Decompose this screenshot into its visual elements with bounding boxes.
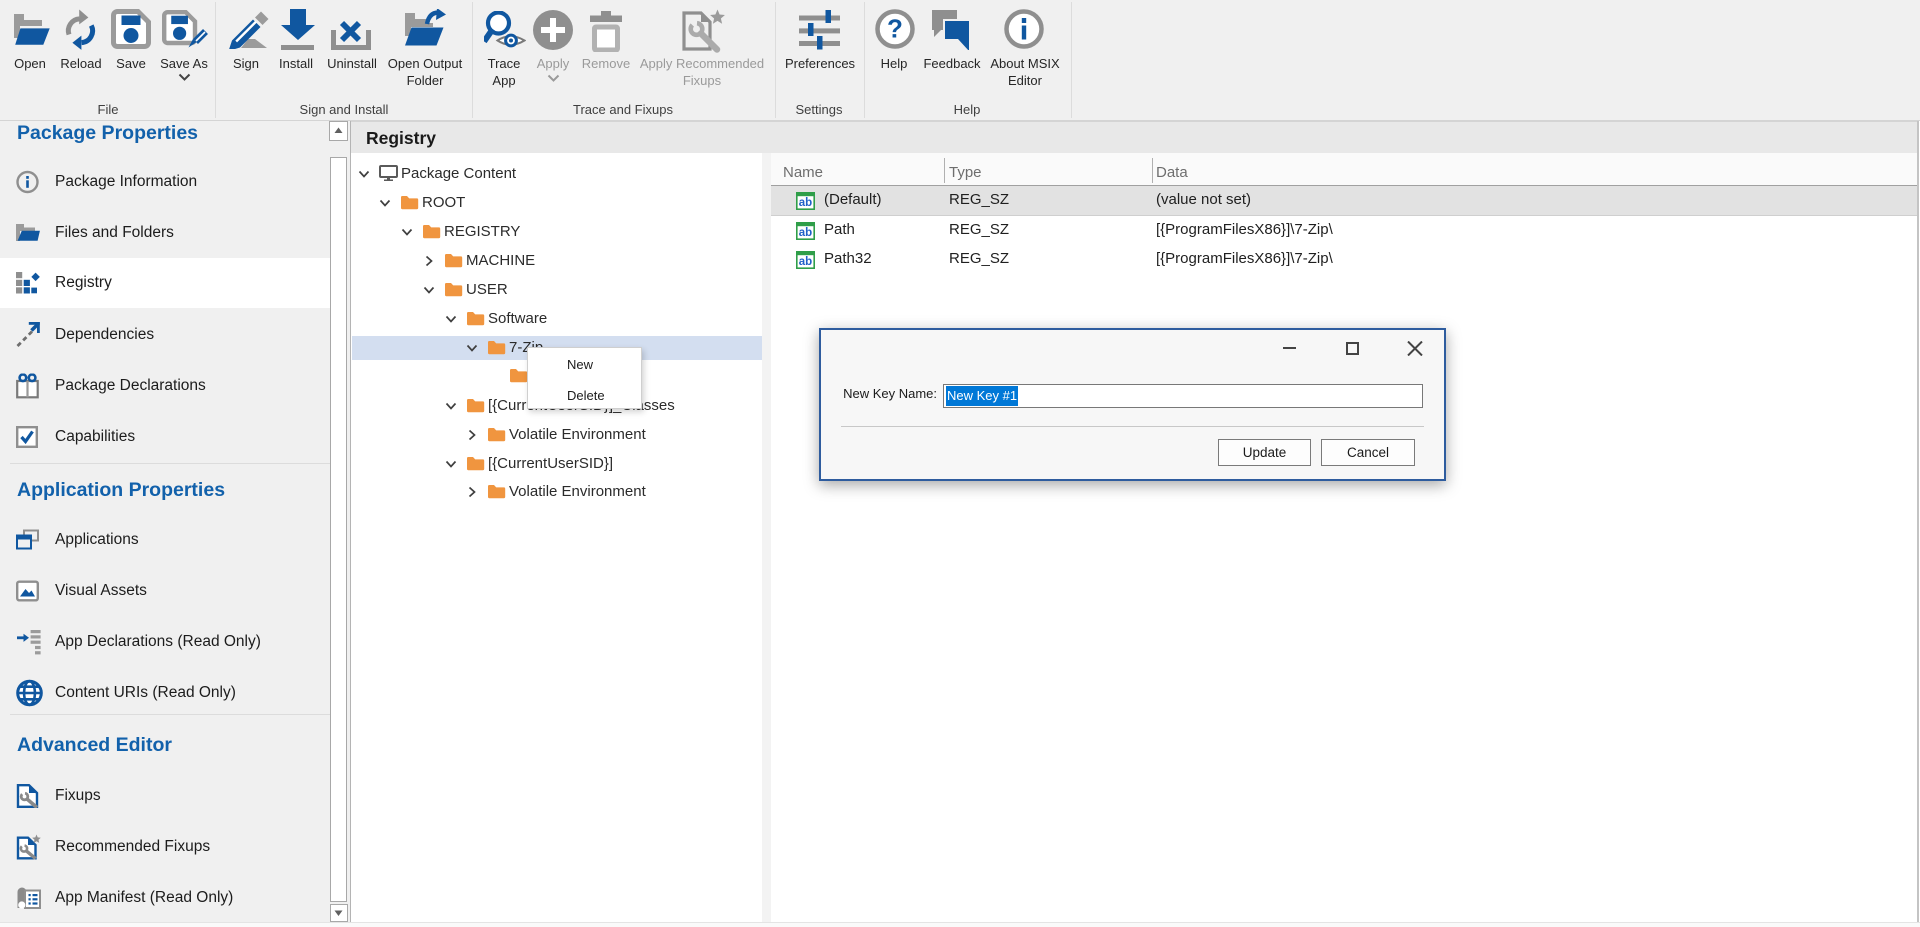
svg-text:ab: ab bbox=[799, 227, 812, 239]
svg-text:?: ? bbox=[887, 14, 903, 44]
svg-text:ab: ab bbox=[799, 256, 812, 268]
svg-text:ab: ab bbox=[799, 197, 812, 209]
